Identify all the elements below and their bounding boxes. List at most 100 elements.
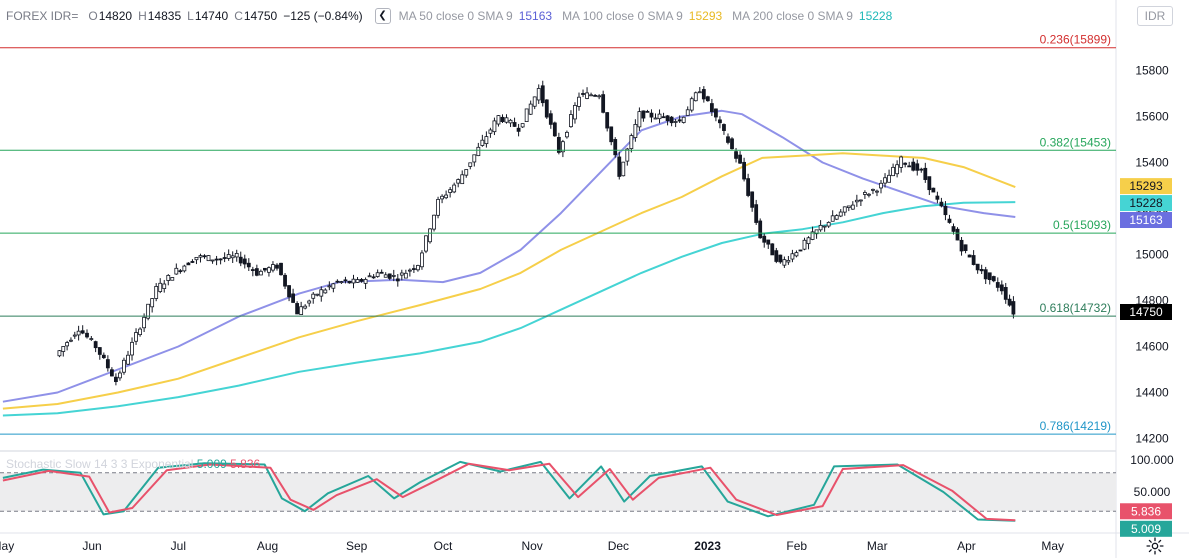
price-tick-label: 15000	[1135, 248, 1169, 262]
candle-body	[597, 95, 602, 98]
fib-level-label: 0.236(15899)	[1040, 33, 1111, 47]
candle-body	[80, 330, 85, 334]
candle-body	[790, 253, 795, 260]
candle-body	[693, 92, 698, 102]
candle-body	[186, 262, 191, 266]
symbol-name[interactable]: FOREX IDR=	[6, 9, 78, 23]
time-tick-label: Mar	[867, 539, 888, 553]
candle-body	[375, 272, 380, 277]
candle-body	[271, 264, 275, 271]
candle-body	[303, 305, 308, 309]
candle-body	[528, 103, 533, 115]
time-tick-label: Nov	[521, 539, 542, 553]
candle-body	[673, 121, 678, 123]
candle-body	[238, 256, 243, 264]
ma100-price-label: 15293	[1120, 178, 1172, 195]
candle-body	[577, 96, 581, 107]
currency-button[interactable]: IDR	[1137, 6, 1173, 26]
ma200-label[interactable]: MA 200 close 0 SMA 9	[732, 9, 853, 23]
candle-body	[657, 113, 662, 120]
time-tick-label: May	[0, 539, 14, 553]
candle-body	[428, 228, 432, 243]
candle-body	[617, 156, 622, 177]
candle-body	[762, 235, 767, 243]
candle-body	[677, 119, 682, 122]
last-price-label: 14750	[1120, 304, 1172, 320]
candle-body	[138, 328, 142, 336]
candle-body	[979, 269, 984, 272]
candle-body	[323, 289, 328, 294]
candle-body	[718, 119, 722, 124]
candle-body	[254, 268, 259, 276]
candle-body	[85, 332, 89, 338]
candle-body	[645, 110, 650, 113]
candle-body	[242, 258, 247, 265]
stochastic-k-value: 5.009	[196, 457, 227, 471]
ma50-price-label: 15163	[1120, 212, 1172, 229]
candle-body	[440, 195, 444, 200]
candle-body	[363, 279, 368, 284]
candle-body	[943, 205, 948, 216]
candle-body	[234, 253, 239, 258]
candle-body	[468, 162, 473, 167]
candle-body	[226, 254, 231, 259]
candle-body	[355, 279, 360, 283]
stochastic-band-fill	[0, 472, 1116, 512]
candle-body	[581, 93, 585, 95]
time-axis[interactable]: May Jun Jul Aug Sep Oct Nov Dec 2023 Feb Mar Apr May	[0, 539, 1064, 553]
gear-icon[interactable]	[1145, 536, 1165, 556]
price-tick-label: 14200	[1135, 432, 1169, 446]
candle-body	[399, 272, 404, 276]
price-axis[interactable]: 1580015600154001520015000148001460014400…	[1130, 64, 1174, 500]
time-tick-label: Sep	[346, 539, 368, 553]
candle-body	[126, 354, 130, 365]
chevron-left-icon[interactable]: ❮	[374, 8, 391, 24]
chart-canvas[interactable]: 0.236(15899) 0.382(15453) 0.5(15093) 0.618(…	[0, 0, 1189, 558]
candle-body	[770, 243, 775, 256]
candle-body	[444, 194, 449, 199]
stochastic-label[interactable]: Stochastic Slow 14 3 3 Exponential	[6, 457, 193, 471]
candle-body	[830, 215, 835, 222]
candle-body	[57, 350, 62, 357]
candle-body	[585, 92, 589, 99]
candle-body	[387, 273, 392, 279]
candle-body	[967, 254, 972, 258]
candle-body	[601, 94, 606, 113]
candle-body	[291, 293, 295, 303]
candle-body	[432, 214, 436, 230]
candle-body	[194, 256, 199, 261]
candle-body	[846, 205, 851, 208]
candle-body	[867, 193, 871, 196]
stochastic-d-value: 5.836	[230, 457, 261, 471]
candle-body	[1011, 301, 1016, 315]
candle-body	[283, 274, 287, 287]
candle-body	[883, 177, 887, 184]
candle-body	[907, 165, 912, 168]
candle-body	[339, 281, 344, 284]
price-tick-label: 15800	[1135, 64, 1169, 78]
candle-body	[130, 341, 134, 356]
ma200-value: 15228	[858, 9, 893, 23]
candle-body	[842, 206, 847, 213]
candle-body	[122, 359, 126, 373]
ma100-label[interactable]: MA 100 close 0 SMA 9	[562, 9, 683, 23]
candle-body	[162, 283, 167, 290]
candle-body	[746, 178, 751, 196]
candle-body	[327, 285, 332, 288]
fibonacci-levels[interactable]: 0.236(15899) 0.382(15453) 0.5(15093) 0.618(…	[0, 33, 1116, 435]
stochastic-k-price-label: 5.009	[1120, 520, 1172, 537]
candle-body	[738, 154, 742, 164]
candle-body	[411, 268, 416, 270]
ma200-price-label: 15228	[1120, 195, 1172, 212]
candle-body	[512, 122, 517, 127]
candle-body	[182, 265, 187, 272]
low-label: L	[187, 9, 194, 23]
candle-body	[379, 271, 384, 274]
candle-body	[714, 108, 718, 118]
candle-body	[593, 94, 598, 97]
candle-body	[484, 136, 489, 145]
ma50-label[interactable]: MA 50 close 0 SMA 9	[399, 9, 513, 23]
moving-averages	[2, 109, 1016, 417]
candle-body	[166, 275, 171, 281]
stochastic-tick-label: 50.000	[1134, 485, 1171, 499]
